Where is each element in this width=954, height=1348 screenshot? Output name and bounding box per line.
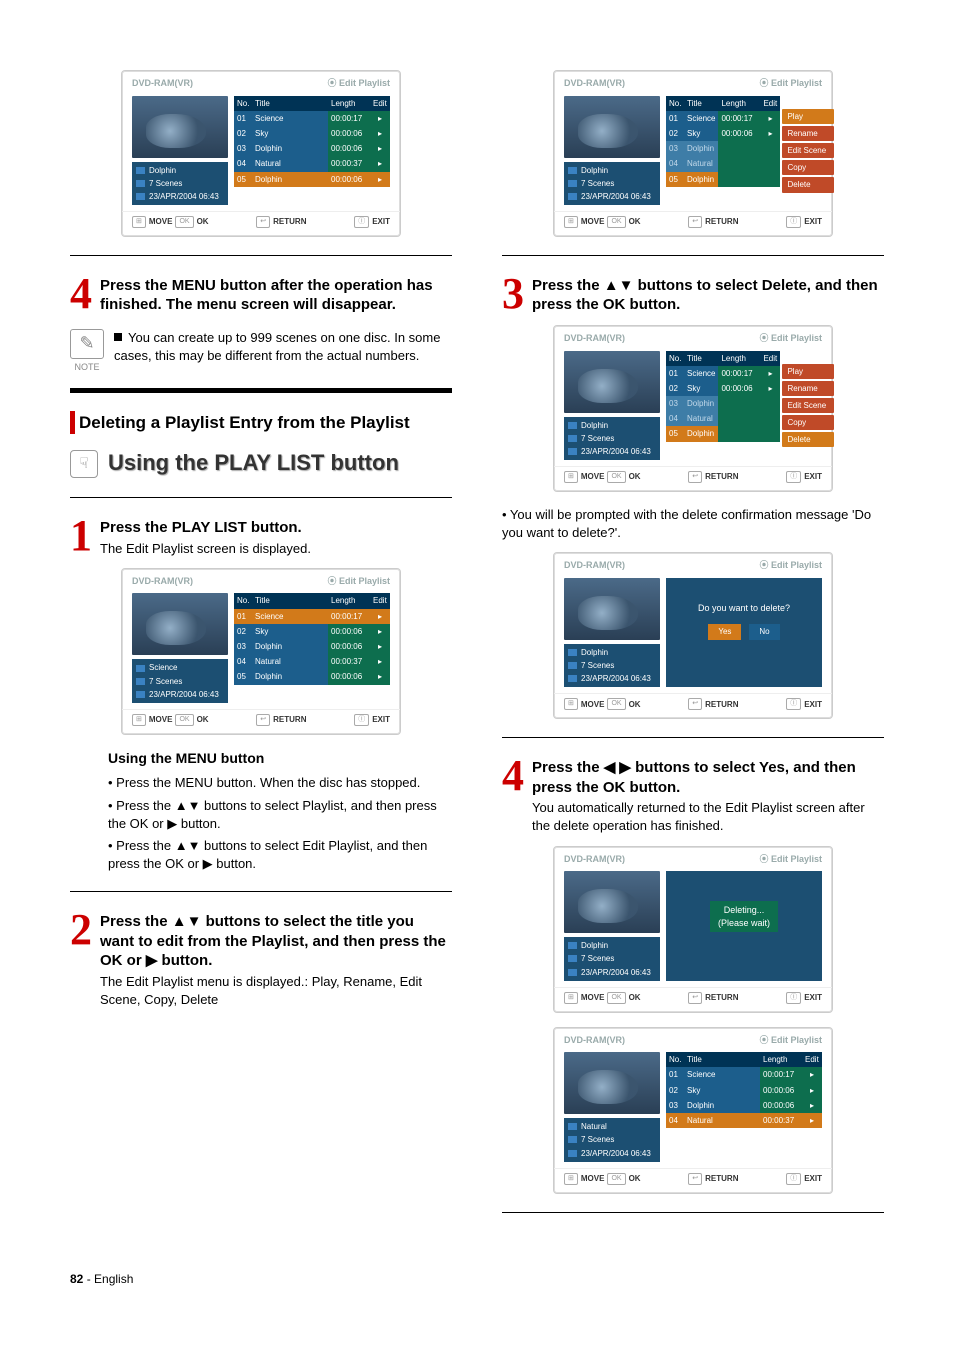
tv-preview-thumb (564, 578, 660, 640)
note-text: You can create up to 999 scenes on one d… (114, 329, 452, 374)
popup-edit-scene: Edit Scene (782, 143, 834, 158)
step-title: Press the ▲▼ buttons to select the title… (100, 912, 452, 971)
step-number: 3 (502, 274, 524, 315)
tv-screenshot-dolphin-selected: DVD-RAM(VR) ⦿ Edit Playlist Dolphin 7 Sc… (121, 70, 401, 237)
section-deleting-playlist-entry: Deleting a Playlist Entry from the Playl… (70, 411, 452, 435)
red-bar-icon (70, 411, 75, 435)
tv-preview-thumb (132, 96, 228, 158)
tv-preview-thumb (564, 351, 660, 413)
step-1-press-playlist: 1 Press the PLAY LIST button. The Edit P… (70, 516, 452, 558)
deleting-msg-1: Deleting... (718, 904, 770, 917)
popup-delete: Delete (782, 177, 834, 192)
step-title: Press the MENU button after the operatio… (100, 276, 452, 315)
step-3-select-delete: 3 Press the ▲▼ buttons to select Delete,… (502, 274, 884, 315)
bullet-icon (114, 333, 122, 341)
tv-screenshot-science-selected: DVD-RAM(VR)⦿ Edit Playlist Science 7 Sce… (121, 568, 401, 735)
tv-screenshot-after-delete: DVD-RAM(VR)⦿ Edit Playlist Natural 7 Sce… (553, 1027, 833, 1194)
playlist-button-title: Using the PLAY LIST button (108, 448, 399, 479)
tv-screenshot-confirm-delete: DVD-RAM(VR)⦿ Edit Playlist Dolphin 7 Sce… (553, 552, 833, 719)
popup-rename: Rename (782, 381, 834, 396)
popup-copy: Copy (782, 160, 834, 175)
step-2-select-title: 2 Press the ▲▼ buttons to select the tit… (70, 910, 452, 1009)
popup-delete: Delete (782, 432, 834, 447)
page-footer: 82 - English (70, 1271, 884, 1288)
popup-copy: Copy (782, 415, 834, 430)
right-column: DVD-RAM(VR)⦿ Edit Playlist Dolphin 7 Sce… (502, 60, 884, 1231)
tv-screenshot-popup-delete: DVD-RAM(VR)⦿ Edit Playlist Dolphin 7 Sce… (553, 325, 833, 492)
menu-instructions: • Press the MENU button. When the disc h… (108, 774, 452, 873)
step-subtext: The Edit Playlist menu is displayed.: Pl… (100, 973, 452, 1009)
step-number: 4 (70, 274, 92, 315)
tv-preview-thumb (564, 96, 660, 158)
step-title: Press the PLAY LIST button. (100, 518, 452, 538)
popup-play: Play (782, 109, 834, 124)
left-column: DVD-RAM(VR) ⦿ Edit Playlist Dolphin 7 Sc… (70, 60, 452, 1231)
confirm-yes: Yes (708, 624, 741, 639)
hand-icon: ☟ (70, 450, 98, 478)
pencil-icon: ✎ (70, 329, 104, 359)
tv-preview-thumb (132, 593, 228, 655)
tv-bar-label: DVD-RAM(VR) (132, 77, 193, 90)
step-title: Press the ▲▼ buttons to select Delete, a… (532, 276, 884, 315)
step-title: Press the ◀ ▶ buttons to select Yes, and… (532, 758, 884, 797)
confirm-note: • You will be prompted with the delete c… (502, 506, 884, 542)
step-subtext: You automatically returned to the Edit P… (532, 799, 884, 835)
tv-screenshot-popup-play: DVD-RAM(VR)⦿ Edit Playlist Dolphin 7 Sce… (553, 70, 833, 237)
popup-rename: Rename (782, 126, 834, 141)
tv-screenshot-deleting: DVD-RAM(VR)⦿ Edit Playlist Dolphin 7 Sce… (553, 846, 833, 1013)
step-subtext: The Edit Playlist screen is displayed. (100, 540, 452, 558)
subhead-using-menu: Using the MENU button (108, 749, 452, 769)
step-4-menu-disappear: 4 Press the MENU button after the operat… (70, 274, 452, 315)
note-block: ✎ NOTE You can create up to 999 scenes o… (70, 329, 452, 374)
popup-edit-scene: Edit Scene (782, 398, 834, 413)
tv-bar-title: ⦿ Edit Playlist (327, 77, 390, 90)
step-number: 4 (502, 756, 524, 835)
tv-preview-thumb (564, 871, 660, 933)
tv-preview-thumb (564, 1052, 660, 1114)
playlist-button-heading: ☟ Using the PLAY LIST button (70, 448, 452, 479)
step-number: 2 (70, 910, 92, 1009)
note-label: NOTE (70, 361, 104, 374)
popup-play: Play (782, 364, 834, 379)
confirm-no: No (749, 624, 779, 639)
step-4-select-yes: 4 Press the ◀ ▶ buttons to select Yes, a… (502, 756, 884, 835)
step-number: 1 (70, 516, 92, 558)
deleting-msg-2: (Please wait) (718, 917, 770, 930)
confirm-msg: Do you want to delete? (672, 602, 816, 615)
